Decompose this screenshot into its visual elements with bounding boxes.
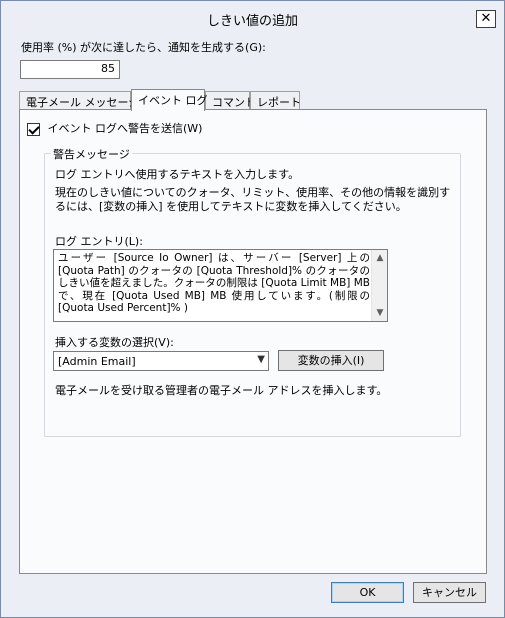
add-threshold-dialog: しきい値の追加 ✕ 使用率 (%) が次に達したら、通知を生成する(G): 85… (0, 0, 505, 618)
instruction-text: ログ エントリへ使用するテキストを入力します。 (55, 168, 300, 181)
warning-message-group: 警告メッセージ ログ エントリへ使用するテキストを入力します。 現在のしきい値に… (44, 146, 461, 437)
variable-select[interactable]: [Admin Email] ▼ (53, 351, 269, 371)
group-title: 警告メッセージ (51, 146, 132, 162)
cancel-button[interactable]: キャンセル (413, 582, 486, 603)
chevron-down-icon: ▼ (257, 354, 265, 365)
tab-event-log[interactable]: イベント ログ (131, 89, 208, 111)
dialog-title: しきい値の追加 (206, 14, 298, 29)
log-entry-textarea[interactable]: ユーザー [Source Io Owner] は、サーバー [Server] 上… (53, 249, 388, 322)
title-bar: しきい値の追加 ✕ (1, 1, 504, 33)
send-warning-label: イベント ログへ警告を送信(W) (47, 122, 203, 135)
insert-variable-button[interactable]: 変数の挿入(I) (278, 350, 384, 371)
log-entry-scrollbar[interactable]: ▲ ▼ (371, 250, 387, 321)
send-warning-row: イベント ログへ警告を送信(W) (27, 120, 202, 136)
variable-select-value: [Admin Email] (58, 355, 136, 368)
variable-hint-text: 現在のしきい値についてのクォータ、リミット、使用率、その他の情報を識別するには、… (55, 186, 451, 213)
usage-threshold-label: 使用率 (%) が次に達したら、通知を生成する(G): (21, 41, 266, 54)
close-button[interactable]: ✕ (476, 10, 496, 28)
ok-button[interactable]: OK (331, 582, 404, 603)
log-entry-text: ユーザー [Source Io Owner] は、サーバー [Server] 上… (58, 252, 370, 314)
scroll-up-icon[interactable]: ▲ (372, 250, 388, 266)
variable-select-label: 挿入する変数の選択(V): (55, 336, 174, 349)
event-log-panel: イベント ログへ警告を送信(W) 警告メッセージ ログ エントリへ使用するテキス… (19, 109, 487, 574)
tab-command[interactable]: コマンド (205, 91, 256, 110)
variable-description: 電子メールを受け取る管理者の電子メール アドレスを挿入します。 (55, 384, 388, 397)
tab-email-message[interactable]: 電子メール メッセージ (19, 91, 139, 110)
usage-threshold-input[interactable]: 85 (20, 60, 120, 79)
log-entry-label: ログ エントリ(L): (55, 235, 143, 248)
tab-report[interactable]: レポート (250, 91, 301, 110)
scroll-down-icon[interactable]: ▼ (372, 305, 388, 321)
close-icon: ✕ (480, 11, 492, 26)
send-warning-checkbox[interactable] (27, 122, 40, 136)
